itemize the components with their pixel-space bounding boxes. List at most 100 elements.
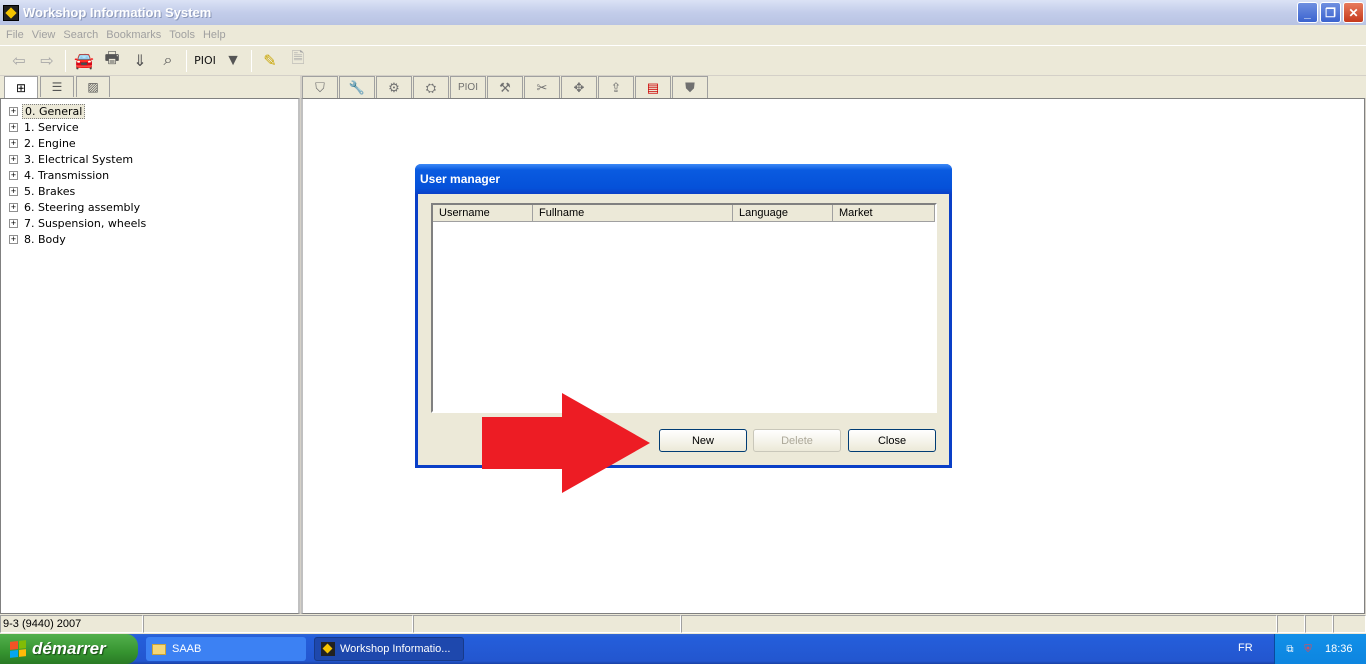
forward-arrow-icon[interactable]: ⇨ [34,48,60,74]
expand-icon[interactable]: + [9,154,18,164]
tree-item-steering-assembly[interactable]: + 6. Steering assembly [1,199,298,215]
tab-diagnostics-icon[interactable]: ✂ [524,76,560,98]
tab-parts-icon[interactable]: ⛭ [413,76,449,98]
status-cell-4 [681,615,1277,633]
tree-item-suspension-wheels[interactable]: + 7. Suspension, wheels [1,215,298,231]
binoculars-icon[interactable]: ⌕ [155,48,181,74]
toolbar-separator [251,49,252,72]
tree-item-brakes[interactable]: + 5. Brakes [1,183,298,199]
column-fullname[interactable]: Fullname [533,205,733,222]
tab-tool-icon[interactable]: ⚒ [487,76,523,98]
tab-upload-icon[interactable]: ⇪ [598,76,634,98]
menu-bar: File View Search Bookmarks Tools Help [0,25,1366,45]
tree-item-service[interactable]: + 1. Service [1,119,298,135]
menu-bookmarks[interactable]: Bookmarks [103,29,166,41]
tab-pioi[interactable]: PIOI [450,76,486,98]
new-button[interactable]: New [659,429,747,452]
user-list[interactable]: Username Fullname Language Market [431,203,937,413]
column-username[interactable]: Username [433,205,533,222]
menu-tools[interactable]: Tools [166,29,200,41]
delete-button[interactable]: Delete [753,429,841,452]
column-market[interactable]: Market [833,205,935,222]
taskbar-item-saab[interactable]: SAAB [146,637,306,661]
main-toolbar: ⇦ ⇨ 🚘 🖶 ⇓ ⌕ PIOI ▼ ✎ 🗎 [0,45,1366,75]
download-icon[interactable]: ⇓ [127,48,153,74]
start-button[interactable]: démarrer [0,634,138,664]
taskbar-item-workshop[interactable]: Workshop Informatio... [314,637,464,661]
dialog-title: User manager [420,172,501,186]
tree-item-label: 7. Suspension, wheels [24,216,147,230]
tab-pioi-label: PIOI [457,82,478,93]
menu-search[interactable]: Search [60,29,103,41]
tab-wrench-icon[interactable]: 🔧 [339,76,375,98]
expand-icon[interactable]: + [9,138,18,148]
tab-move-icon[interactable]: ✥ [561,76,597,98]
status-bar: 9-3 (9440) 2007 [0,614,1366,634]
navigation-tabs: ⊞ ☰ ▨ [0,76,300,98]
tab-shield-icon[interactable]: ⛉ [302,76,338,98]
status-cell-3 [413,615,681,633]
tab-bulletin-icon[interactable]: ▤ [635,76,671,98]
window-titlebar[interactable]: Workshop Information System _ ❐ ✕ [0,0,1366,25]
tree-item-transmission[interactable]: + 4. Transmission [1,167,298,183]
minimize-button[interactable]: _ [1297,2,1318,23]
tree-item-label: 0. General [22,103,86,119]
clock: 18:36 [1325,643,1353,655]
vehicle-icon[interactable]: 🚘 [71,48,97,74]
status-cell-2 [143,615,413,633]
arrow-shape [482,393,650,493]
pioi-label: PIOI [194,54,216,67]
menu-file[interactable]: File [3,29,29,41]
expand-icon[interactable]: + [9,218,18,228]
content-tabs: ⛉ 🔧 ⚙ ⛭ PIOI ⚒ ✂ ✥ ⇪ ▤ ⛊ [302,76,1366,98]
tree-item-body[interactable]: + 8. Body [1,231,298,247]
language-indicator[interactable]: FR [1238,642,1253,654]
annotation-arrow [482,393,650,493]
tab-image-icon[interactable]: ▨ [76,76,110,97]
tree-item-label: 3. Electrical System [24,152,134,166]
expand-icon[interactable]: + [9,106,18,116]
filter-icon[interactable]: ▼ [220,48,246,74]
tree-item-label: 4. Transmission [24,168,110,182]
security-shield-icon[interactable]: ⛨ [1301,642,1315,656]
print-icon[interactable]: 🖶 [99,48,125,74]
tab-gears-icon[interactable]: ⚙ [376,76,412,98]
expand-icon[interactable]: + [9,122,18,132]
status-cell-5 [1277,615,1305,633]
windows-logo-icon [10,640,26,658]
tree-item-label: 8. Body [24,232,66,246]
tree-item-general[interactable]: + 0. General [1,103,298,119]
expand-icon[interactable]: + [9,234,18,244]
toolbar-separator [186,49,187,72]
tab-tree-icon[interactable]: ⊞ [4,76,38,98]
user-list-header: Username Fullname Language Market [433,205,935,222]
close-button[interactable]: Close [848,429,936,452]
status-cell-6 [1305,615,1333,633]
app-icon [321,642,335,656]
menu-help[interactable]: Help [200,29,231,41]
tree-item-label: 1. Service [24,120,79,134]
taskbar: démarrer SAAB Workshop Informatio... FR … [0,634,1366,664]
pioi-button[interactable]: PIOI [192,48,218,74]
network-icon[interactable]: ⧉ [1283,642,1297,656]
app-logo-icon[interactable] [3,4,19,21]
tab-list-icon[interactable]: ☰ [40,76,74,97]
document-icon[interactable]: 🗎 [285,48,311,74]
back-arrow-icon[interactable]: ⇦ [6,48,32,74]
tab-tshirt-icon[interactable]: ⛊ [672,76,708,98]
status-cell-7 [1333,615,1366,633]
close-window-button[interactable]: ✕ [1343,2,1364,23]
expand-icon[interactable]: + [9,202,18,212]
tree-item-engine[interactable]: + 2. Engine [1,135,298,151]
restore-button[interactable]: ❐ [1320,2,1341,23]
expand-icon[interactable]: + [9,186,18,196]
start-label: démarrer [32,639,106,658]
dialog-titlebar[interactable]: User manager [415,164,952,194]
expand-icon[interactable]: + [9,170,18,180]
system-tray: ⧉ ⛨ 18:36 [1274,634,1366,664]
menu-view[interactable]: View [29,29,61,41]
status-vehicle: 9-3 (9440) 2007 [0,615,143,633]
column-language[interactable]: Language [733,205,833,222]
highlighter-icon[interactable]: ✎ [257,48,283,74]
tree-item-electrical-system[interactable]: + 3. Electrical System [1,151,298,167]
